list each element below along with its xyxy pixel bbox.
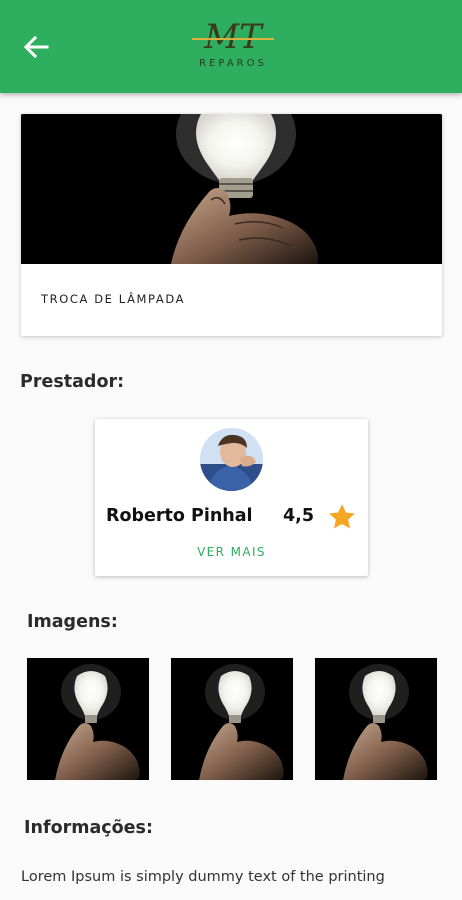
see-more-button[interactable]: VER MAIS	[95, 545, 368, 559]
app-logo: MT REPAROS	[188, 18, 278, 74]
light-bulb-photo	[171, 658, 293, 780]
images-section-title: Imagens:	[27, 612, 118, 632]
star-icon	[329, 504, 355, 529]
light-bulb-in-hand-photo	[21, 114, 442, 264]
light-bulb-photo	[27, 658, 149, 780]
light-bulb-photo	[315, 658, 437, 780]
service-card: TROCA DE LÂMPADA	[21, 114, 442, 336]
gallery-image-3[interactable]	[315, 658, 437, 780]
gallery-image-1[interactable]	[27, 658, 149, 780]
back-button[interactable]	[22, 34, 50, 60]
logo-text: MT	[203, 18, 264, 57]
provider-name: Roberto Pinhal	[106, 506, 253, 526]
provider-section-title: Prestador:	[20, 372, 125, 392]
info-section-title: Informações:	[24, 818, 153, 838]
provider-card[interactable]: Roberto Pinhal 4,5 VER MAIS	[95, 419, 368, 576]
info-text: Lorem Ipsum is simply dummy text of the …	[21, 869, 385, 885]
avatar	[200, 428, 263, 491]
arrow-left-icon	[23, 35, 49, 59]
logo-mark: MT	[192, 18, 274, 57]
app-bar: MT REPAROS	[0, 0, 462, 93]
logo-subtext: REPAROS	[199, 58, 267, 69]
provider-rating: 4,5	[283, 506, 315, 526]
provider-photo	[200, 428, 263, 491]
service-title: TROCA DE LÂMPADA	[41, 292, 186, 306]
service-image	[21, 114, 442, 264]
gallery-image-2[interactable]	[171, 658, 293, 780]
